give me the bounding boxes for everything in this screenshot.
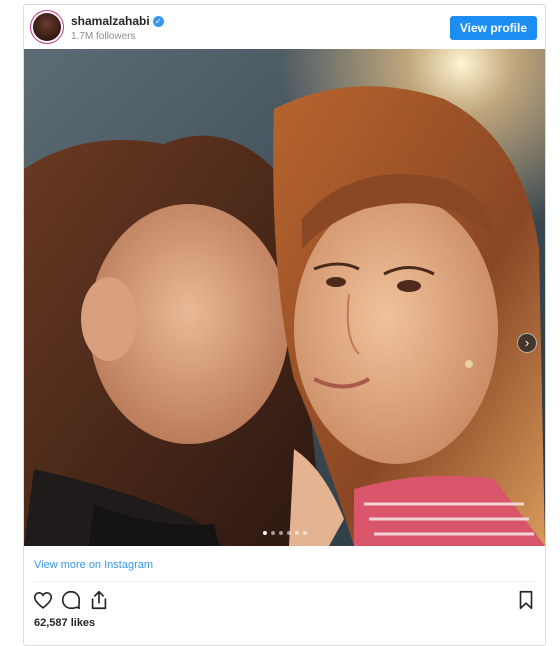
- divider: [34, 581, 535, 582]
- carousel-dot: [270, 531, 275, 535]
- post-photo[interactable]: ›: [24, 49, 545, 546]
- carousel-dot: [302, 531, 307, 535]
- post-header: shamalzahabi ✓ 1.7M followers View profil…: [24, 5, 545, 49]
- carousel-dot: [278, 531, 283, 535]
- verified-badge-icon: ✓: [152, 16, 164, 27]
- username-text[interactable]: shamalzahabi: [71, 14, 150, 28]
- followers-count: 1.7M followers: [71, 31, 136, 42]
- profile-avatar[interactable]: [33, 13, 61, 41]
- instagram-embed-card: shamalzahabi ✓ 1.7M followers View profil…: [23, 4, 546, 646]
- heart-icon[interactable]: [32, 589, 54, 611]
- post-actions: [32, 589, 537, 613]
- carousel-indicator: [24, 531, 545, 535]
- comment-icon[interactable]: [60, 589, 82, 611]
- post-photo-image: [24, 49, 545, 546]
- share-icon[interactable]: [88, 589, 110, 611]
- view-profile-button[interactable]: View profile: [449, 16, 537, 40]
- carousel-dot: [294, 531, 299, 535]
- carousel-dot: [286, 531, 291, 535]
- bookmark-icon[interactable]: [515, 589, 537, 611]
- username-link[interactable]: shamalzahabi ✓: [71, 14, 164, 28]
- view-more-link[interactable]: View more on Instagram: [34, 559, 153, 571]
- next-slide-button[interactable]: ›: [517, 333, 537, 353]
- carousel-dot: [262, 531, 267, 535]
